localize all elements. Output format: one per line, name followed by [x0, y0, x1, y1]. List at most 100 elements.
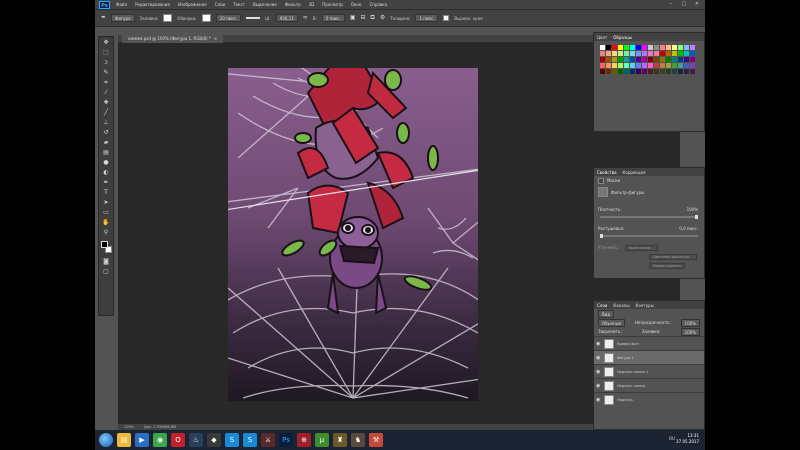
blend-mode-select[interactable]: Обычные	[598, 318, 626, 327]
color-swatch[interactable]	[654, 63, 659, 68]
color-swatch[interactable]	[660, 45, 665, 50]
align-edges-checkbox[interactable]	[443, 15, 450, 21]
eye-icon[interactable]: ◉	[596, 369, 601, 375]
document-tab[interactable]: хмммм.psd @ 100% (Фигура 1, RGB/8) * ×	[122, 35, 224, 43]
dodge-tool-icon[interactable]: ◐	[99, 168, 113, 177]
color-swatch[interactable]	[624, 51, 629, 56]
color-range-button[interactable]: Цветовой диапазон...	[649, 253, 697, 260]
layer-filter-select[interactable]: Вид	[598, 309, 615, 318]
color-swatch[interactable]	[672, 57, 677, 62]
layer-row[interactable]: ◉ Надпись	[594, 392, 704, 406]
color-swatch[interactable]	[624, 57, 629, 62]
color-swatch[interactable]	[618, 57, 623, 62]
history-brush-tool-icon[interactable]: ↺	[99, 128, 113, 137]
document-info[interactable]: Док: 2,93М/68,8М	[144, 425, 176, 429]
color-swatch[interactable]	[612, 69, 617, 74]
color-swatch[interactable]	[648, 69, 653, 74]
pen-tool-icon[interactable]: ✒	[101, 14, 106, 22]
link-icon[interactable]: ∞	[303, 14, 308, 22]
color-swatch[interactable]	[654, 45, 659, 50]
color-swatch[interactable]	[660, 57, 665, 62]
color-swatch[interactable]	[648, 51, 653, 56]
game-icon[interactable]: ◆	[207, 433, 221, 447]
foreground-color-swatch[interactable]	[101, 241, 108, 248]
mask-edge-button[interactable]: Край маски...	[624, 244, 658, 251]
game-fourth-icon[interactable]: ♞	[351, 433, 365, 447]
tab-channels[interactable]: Каналы	[613, 303, 629, 308]
invert-button[interactable]: Инвертировать	[649, 262, 686, 269]
zoom-tool-icon[interactable]: ⚲	[99, 228, 113, 237]
hand-tool-icon[interactable]: ✋	[99, 218, 113, 227]
menu-type[interactable]: Текст	[233, 2, 245, 7]
menu-help[interactable]: Справка	[369, 2, 387, 7]
color-swatch[interactable]	[642, 51, 647, 56]
color-swatch[interactable]	[666, 57, 671, 62]
eraser-tool-icon[interactable]: ▰	[99, 138, 113, 147]
color-swatch[interactable]	[612, 45, 617, 50]
color-swatch[interactable]	[612, 51, 617, 56]
color-swatch[interactable]	[690, 45, 695, 50]
color-swatch[interactable]	[630, 45, 635, 50]
color-swatch[interactable]	[666, 51, 671, 56]
color-swatch[interactable]	[606, 63, 611, 68]
color-swatch[interactable]	[678, 69, 683, 74]
width-field[interactable]: 926,11	[275, 14, 298, 22]
color-swatch[interactable]	[618, 69, 623, 74]
color-swatch[interactable]	[642, 69, 647, 74]
color-swatch[interactable]	[684, 51, 689, 56]
menu-edit[interactable]: Редактирование	[135, 2, 170, 7]
color-swatch[interactable]	[606, 69, 611, 74]
color-swatch[interactable]	[690, 63, 695, 68]
color-swatch[interactable]	[678, 63, 683, 68]
color-swatch[interactable]	[672, 69, 677, 74]
color-swatch[interactable]	[660, 69, 665, 74]
color-swatch[interactable]	[624, 69, 629, 74]
tab-adjustments[interactable]: Коррекция	[623, 170, 646, 175]
explorer-icon[interactable]: ▤	[117, 433, 131, 447]
eye-icon[interactable]: ◉	[596, 383, 601, 389]
color-swatch[interactable]	[678, 51, 683, 56]
menu-file[interactable]: Файл	[116, 2, 127, 7]
tab-color[interactable]: Цвет	[597, 35, 607, 40]
color-swatch[interactable]	[666, 63, 671, 68]
color-swatch[interactable]	[666, 45, 671, 50]
opacity-field[interactable]: 100%	[680, 318, 700, 327]
color-swatch[interactable]	[636, 69, 641, 74]
layer-row[interactable]: ◉ Фигура 1	[594, 350, 704, 364]
color-swatch[interactable]	[630, 69, 635, 74]
fill-field[interactable]: 100%	[680, 327, 700, 336]
color-swatch[interactable]	[606, 45, 611, 50]
color-swatch[interactable]	[642, 63, 647, 68]
color-swatch[interactable]	[672, 45, 677, 50]
eyedropper-tool-icon[interactable]: ⁄	[99, 88, 113, 97]
color-swatch[interactable]	[600, 63, 605, 68]
gradient-tool-icon[interactable]: ▤	[99, 148, 113, 157]
color-swatch[interactable]	[660, 63, 665, 68]
eye-icon[interactable]: ◉	[596, 355, 601, 361]
steam-icon[interactable]: ♨	[189, 433, 203, 447]
screen-mode-icon[interactable]: ▢	[99, 267, 113, 276]
color-swatch[interactable]	[600, 69, 605, 74]
skype-secondary-icon[interactable]: S	[243, 433, 257, 447]
skype-icon[interactable]: S	[225, 433, 239, 447]
color-swatch[interactable]	[612, 57, 617, 62]
stroke-swatch[interactable]	[201, 14, 211, 22]
color-swatch[interactable]	[630, 63, 635, 68]
eye-icon[interactable]: ◉	[596, 397, 601, 403]
layer-row[interactable]: ◉ Кривая фон	[594, 336, 704, 350]
tab-swatches[interactable]: Образцы	[613, 35, 632, 40]
color-swatch[interactable]	[600, 51, 605, 56]
color-swatch[interactable]	[630, 57, 635, 62]
feather-slider-knob[interactable]	[600, 234, 603, 238]
color-swatch[interactable]	[636, 63, 641, 68]
menu-layer[interactable]: Слои	[215, 2, 225, 7]
marquee-tool-icon[interactable]: ⬚	[99, 48, 113, 57]
color-swatch[interactable]	[648, 57, 653, 62]
color-swatch[interactable]	[624, 63, 629, 68]
layer-row[interactable]: ◉ Надпись копия	[594, 378, 704, 392]
fill-swatch[interactable]	[163, 14, 173, 22]
start-button[interactable]	[99, 433, 113, 447]
color-swatch[interactable]	[672, 63, 677, 68]
color-swatch[interactable]	[690, 57, 695, 62]
maximize-button[interactable]: □	[680, 1, 688, 7]
